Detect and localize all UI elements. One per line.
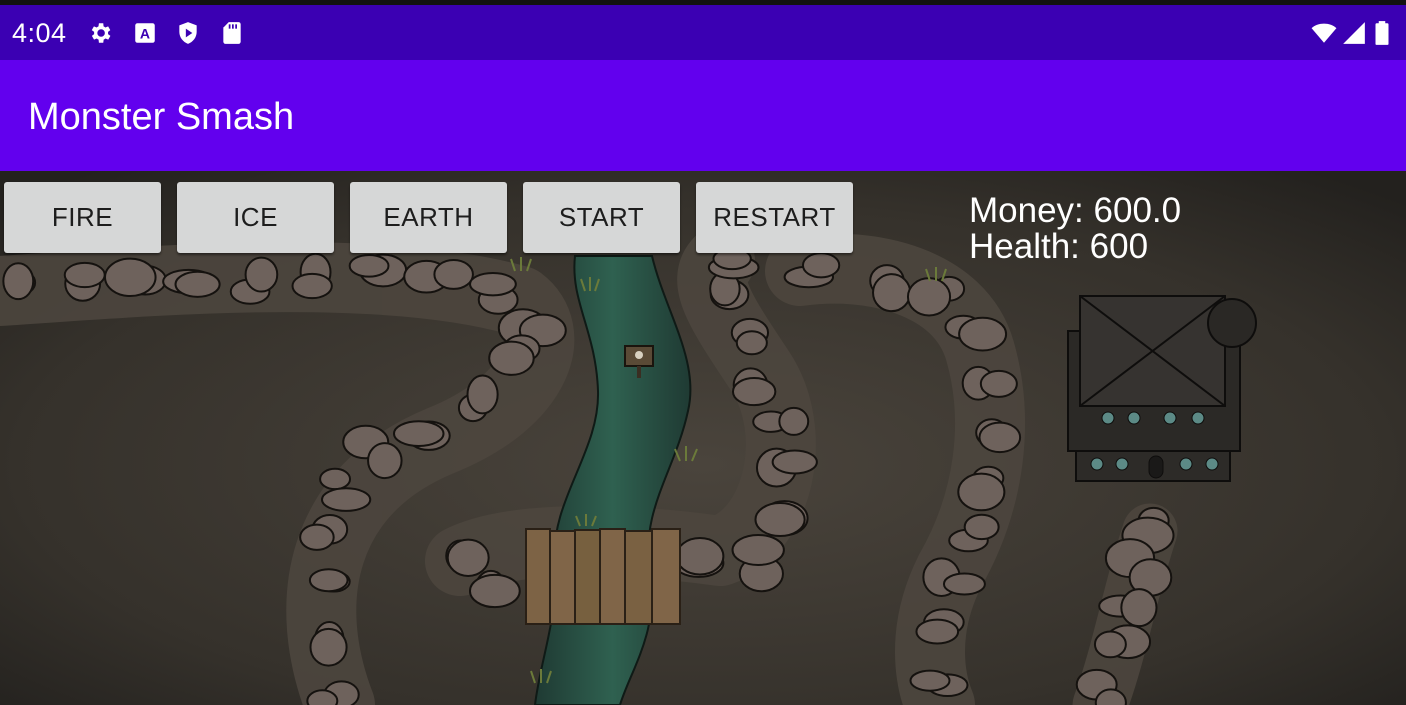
path-stone bbox=[308, 568, 349, 593]
path-stone bbox=[675, 537, 725, 576]
status-time: 4:04 bbox=[12, 18, 67, 48]
path-stone bbox=[909, 669, 951, 692]
home-base bbox=[1067, 295, 1257, 482]
hud: Money: 600.0 Health: 600 bbox=[969, 193, 1181, 265]
restart-button[interactable]: RESTART bbox=[696, 182, 853, 253]
path-stone bbox=[735, 330, 768, 356]
path-stone bbox=[244, 256, 279, 293]
path-stone bbox=[468, 573, 521, 609]
path-stone bbox=[2, 262, 35, 301]
path-stone bbox=[957, 472, 1006, 512]
path-stone bbox=[963, 513, 1000, 541]
app-bar: Monster Smash bbox=[0, 60, 1406, 171]
path-stone bbox=[348, 254, 390, 278]
path-stone bbox=[63, 261, 106, 289]
path-stone bbox=[488, 340, 535, 376]
path-stone bbox=[915, 618, 960, 645]
path-stone bbox=[367, 442, 403, 480]
path-stone bbox=[469, 271, 517, 297]
health-label: Health: bbox=[969, 227, 1080, 266]
path-stone bbox=[978, 421, 1022, 454]
fire-tower-button[interactable]: FIRE bbox=[4, 182, 161, 253]
settings-icon bbox=[91, 23, 111, 43]
path-stone bbox=[320, 487, 372, 512]
path-stone bbox=[778, 406, 810, 436]
path-stone bbox=[392, 420, 445, 448]
sd-card-icon bbox=[223, 22, 241, 44]
path-stone bbox=[1093, 630, 1127, 659]
path-stone bbox=[299, 523, 335, 551]
money-value: 600.0 bbox=[1093, 191, 1182, 230]
path-stone bbox=[754, 502, 806, 538]
svg-text:A: A bbox=[140, 25, 150, 41]
path-stone bbox=[731, 377, 777, 407]
path-stone bbox=[958, 316, 1008, 352]
health-value: 600 bbox=[1089, 227, 1149, 266]
money-readout: Money: 600.0 bbox=[969, 193, 1181, 229]
game-area[interactable]: FIRE ICE EARTH START RESTART Money: 600.… bbox=[0, 171, 1406, 705]
path-stone bbox=[174, 270, 221, 298]
earth-tower-button[interactable]: EARTH bbox=[350, 182, 507, 253]
path-stone bbox=[104, 257, 157, 298]
path-stone bbox=[291, 272, 333, 300]
path-stone bbox=[306, 689, 339, 705]
battery-icon bbox=[1375, 21, 1389, 45]
status-bar: 4:04 A bbox=[0, 5, 1406, 60]
cell-signal-icon bbox=[1343, 22, 1365, 44]
path-stone bbox=[446, 538, 490, 577]
path-stone bbox=[942, 572, 986, 596]
path-stone bbox=[466, 374, 499, 415]
wifi-icon bbox=[1311, 23, 1337, 43]
money-label: Money: bbox=[969, 191, 1084, 230]
path-stone bbox=[309, 627, 348, 667]
path-stone bbox=[731, 533, 785, 566]
app-title: Monster Smash bbox=[28, 96, 295, 138]
ice-tower-button[interactable]: ICE bbox=[177, 182, 334, 253]
shield-play-icon bbox=[179, 22, 197, 44]
path-stone bbox=[906, 277, 952, 317]
path-stone bbox=[872, 273, 912, 313]
start-button[interactable]: START bbox=[523, 182, 680, 253]
path-stone bbox=[771, 449, 818, 475]
path-stone bbox=[433, 258, 474, 290]
path-stone bbox=[1120, 588, 1158, 628]
wooden-bridge bbox=[525, 528, 681, 625]
health-readout: Health: 600 bbox=[969, 229, 1181, 265]
path-stone bbox=[979, 369, 1018, 398]
keyboard-a-icon: A bbox=[135, 23, 155, 43]
path-stone bbox=[319, 467, 352, 491]
path-stone bbox=[801, 252, 841, 279]
